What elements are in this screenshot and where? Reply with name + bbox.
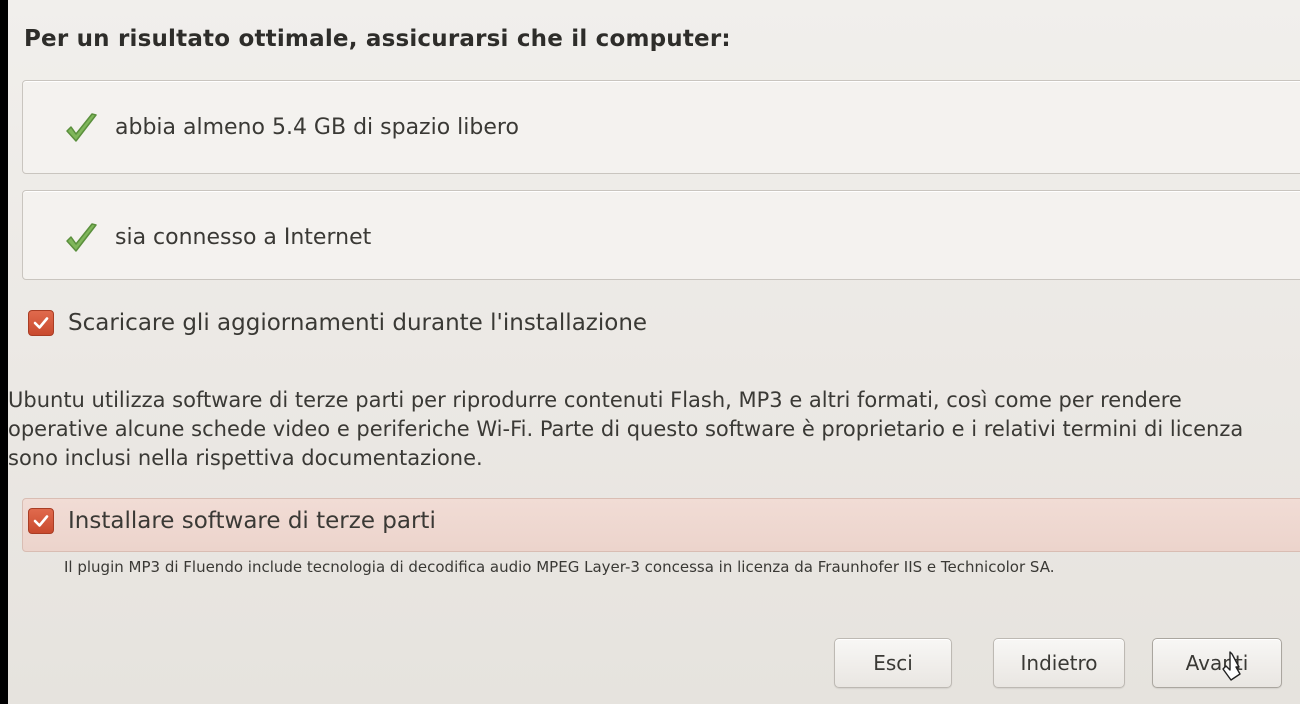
requirement-label: sia connesso a Internet bbox=[115, 225, 372, 250]
quit-button[interactable]: Esci bbox=[834, 638, 952, 688]
checkmark-icon bbox=[33, 515, 49, 527]
third-party-checkbox[interactable] bbox=[28, 508, 54, 534]
requirement-disk-space: abbia almeno 5.4 GB di spazio libero bbox=[22, 80, 1300, 174]
mp3-plugin-note: Il plugin MP3 di Fluendo include tecnolo… bbox=[64, 558, 1055, 576]
back-button[interactable]: Indietro bbox=[993, 638, 1125, 688]
requirement-label: abbia almeno 5.4 GB di spazio libero bbox=[115, 115, 519, 140]
green-check-icon bbox=[61, 219, 101, 259]
download-updates-label[interactable]: Scaricare gli aggiornamenti durante l'in… bbox=[68, 310, 647, 336]
third-party-option[interactable]: Installare software di terze parti bbox=[28, 508, 436, 534]
third-party-label[interactable]: Installare software di terze parti bbox=[68, 508, 436, 534]
download-updates-checkbox[interactable] bbox=[28, 310, 54, 336]
third-party-info-text: Ubuntu utilizza software di terze parti … bbox=[8, 388, 1244, 470]
download-updates-option[interactable]: Scaricare gli aggiornamenti durante l'in… bbox=[28, 310, 647, 336]
page-heading: Per un risultato ottimale, assicurarsi c… bbox=[24, 26, 731, 52]
mouse-pointer-icon bbox=[1222, 651, 1241, 681]
installer-window: Per un risultato ottimale, assicurarsi c… bbox=[8, 0, 1300, 704]
green-check-icon bbox=[61, 109, 101, 149]
checkmark-icon bbox=[33, 317, 49, 329]
next-button[interactable]: Avanti bbox=[1152, 638, 1282, 688]
requirement-internet: sia connesso a Internet bbox=[22, 190, 1300, 280]
